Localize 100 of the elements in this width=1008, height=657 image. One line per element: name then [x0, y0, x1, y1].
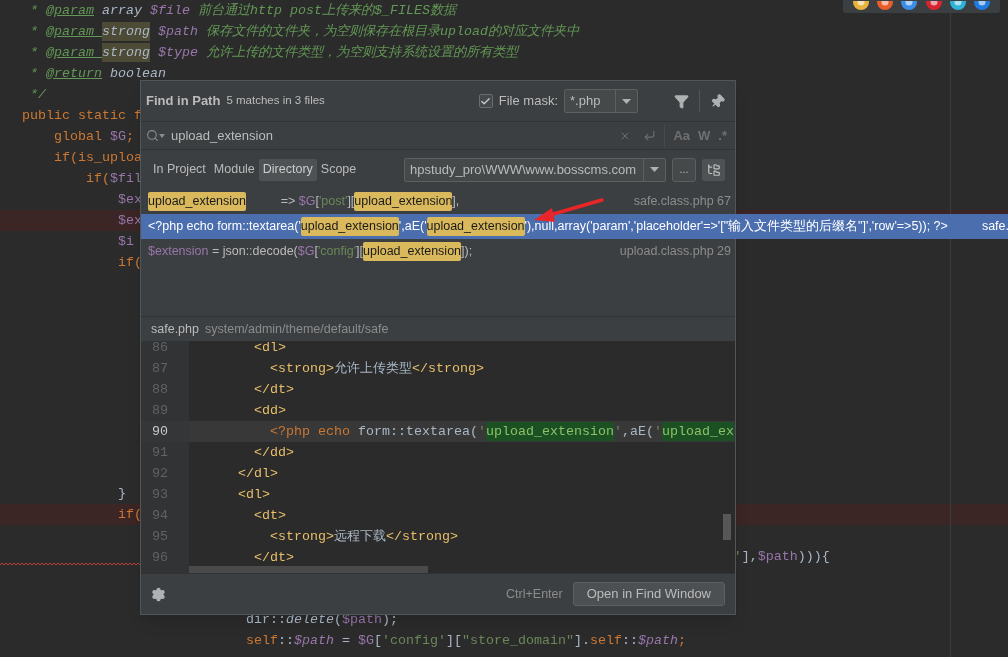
code-text: ], — [741, 547, 758, 566]
code-text: */ — [30, 85, 46, 104]
code-text: if( — [118, 505, 142, 524]
code-text: if( — [86, 169, 110, 188]
file-mask-combo[interactable]: *.php — [564, 89, 638, 113]
browser-icon[interactable] — [876, 1, 895, 11]
code-text: ]. — [573, 631, 590, 650]
code-text: [ — [315, 193, 319, 211]
code-text: ], — [452, 193, 460, 211]
browser-icon[interactable] — [972, 1, 991, 11]
code-text: global — [54, 127, 103, 146]
code-text: 'config' — [317, 243, 357, 261]
code-text: @param — [46, 1, 94, 20]
code-text: $file — [150, 1, 190, 20]
scope-tab[interactable]: Module — [209, 158, 259, 181]
code-text: ' — [477, 422, 486, 441]
check-icon — [480, 95, 492, 107]
code-text: $type — [157, 43, 198, 62]
code-text: = json::decode( — [210, 243, 298, 261]
open-in-find-window-button[interactable]: Open in Find Window — [572, 582, 725, 606]
directory-tree-button[interactable] — [702, 158, 725, 181]
search-icon[interactable] — [146, 129, 165, 142]
shortcut-hint: Ctrl+Enter — [506, 585, 563, 603]
code-text: ' — [653, 422, 662, 441]
code-text: @return — [46, 64, 102, 83]
code-text: strong — [102, 21, 150, 42]
code-text: $G — [297, 243, 315, 261]
scope-tab[interactable]: Directory — [258, 158, 317, 181]
code-text: $fil — [110, 169, 142, 188]
directory-combo[interactable]: hpstudy_pro\WWW\www.bosscms.com — [404, 157, 666, 182]
code-text: 前台通过http post上传来的$_FILES数据 — [197, 1, 456, 20]
code-text: strong — [102, 42, 150, 63]
code-text: 允许上传的文件类型，为空则支持系统设置的所有类型 — [205, 43, 518, 62]
code-text: dir:: — [245, 610, 286, 629]
code-text: $i — [118, 232, 134, 251]
file-location: safe. — [980, 218, 1008, 236]
code-text: boolean — [109, 64, 166, 83]
code-text: ; — [677, 631, 686, 650]
code-text: $ex — [118, 211, 142, 230]
code-text: array — [101, 1, 143, 20]
match-highlight: upload_ex — [661, 421, 734, 442]
code-text: $path — [637, 631, 678, 650]
file-mask-checkbox[interactable] — [478, 94, 493, 108]
code-text: <dd> — [254, 401, 286, 420]
code-text: </dd> — [254, 443, 294, 462]
code-text: <dt> — [254, 506, 286, 525]
scope-tab[interactable]: In Project — [149, 158, 210, 181]
code-text: <dl> — [238, 485, 270, 504]
code-text: delete — [285, 610, 334, 629]
code-text: ,aE( — [621, 422, 654, 441]
browser-icon[interactable] — [900, 1, 919, 11]
code-text: * — [30, 22, 39, 41]
settings-icon[interactable] — [151, 586, 166, 602]
code-text: $path — [293, 631, 334, 650]
code-text: ; — [126, 127, 134, 146]
code-text: <strong> — [270, 359, 334, 378]
code-text: => — [279, 193, 297, 211]
annotation-arrow — [534, 198, 604, 222]
code-text: 允许上传类型 — [334, 359, 412, 378]
code-text: ][ — [445, 631, 462, 650]
code-text: * — [30, 64, 39, 83]
code-text: 远程下载 — [334, 527, 386, 546]
code-text: "store_domain" — [461, 631, 574, 650]
code-text: ' — [733, 547, 742, 566]
code-text: </dt> — [254, 548, 294, 567]
vertical-scrollbar[interactable] — [723, 514, 731, 540]
browser-icon[interactable] — [852, 1, 871, 11]
tree-icon — [706, 162, 721, 177]
code-text: [ — [373, 631, 382, 650]
code-text: @param — [46, 22, 95, 41]
caret-icon — [650, 167, 659, 172]
code-text: </dt> — [254, 380, 294, 399]
code-text: } — [118, 484, 126, 503]
preview-file-name: safe.php — [151, 320, 199, 338]
filter-icon[interactable] — [674, 93, 689, 109]
code-text: <dl> — [254, 341, 286, 357]
code-text: $path — [157, 22, 198, 41]
code-text: $G — [298, 193, 316, 211]
file-mask-label: File mask: — [498, 92, 558, 111]
code-text: ); — [381, 610, 398, 629]
dialog-title: Find in Path — [146, 92, 221, 111]
code-text: </strong> — [412, 359, 484, 378]
code-text: if( — [118, 253, 142, 272]
code-text: <?php echo — [270, 422, 350, 441]
code-text: if(is_uploa — [54, 148, 142, 167]
match-highlight: upload_extension — [485, 421, 614, 442]
match-highlight: upload_extension — [148, 192, 246, 211]
code-text: [ — [314, 243, 318, 261]
code-text: 'config' — [381, 631, 446, 650]
scope-tab[interactable]: Scope — [316, 158, 361, 181]
file-location: safe.class.php 67 — [632, 193, 731, 211]
code-text: $path — [341, 610, 382, 629]
horizontal-scrollbar[interactable] — [189, 566, 428, 573]
browser-icon[interactable] — [924, 1, 943, 11]
caret-icon — [622, 98, 631, 104]
code-text: self — [589, 631, 622, 650]
search-field[interactable]: upload_extension — [171, 125, 620, 146]
browser-icon[interactable] — [948, 1, 967, 11]
browse-button[interactable]: ... — [672, 157, 696, 182]
match-summary: 5 matches in 3 files — [226, 93, 325, 109]
